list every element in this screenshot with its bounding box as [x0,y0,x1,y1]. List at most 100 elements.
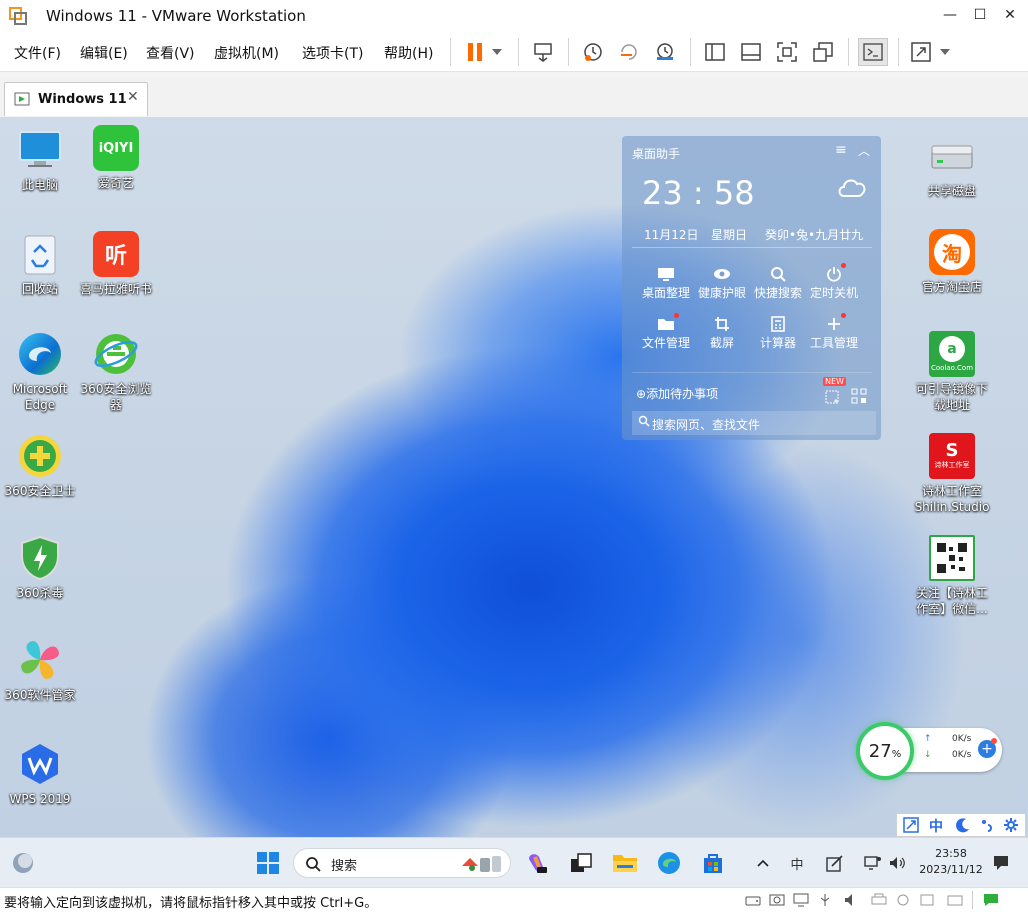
tab-close-button[interactable]: ✕ [127,89,139,105]
eye-icon [694,264,750,284]
desktop-icon-edge[interactable]: Microsoft Edge [2,331,78,413]
desktop-icon-coolao[interactable]: a Coolao.Com 可引导镜像下载地址 [914,331,990,413]
desktop-icon-wechat-qr[interactable]: 关注【诗林工作室】微信... [914,535,990,617]
file-explorer-icon[interactable] [612,850,638,876]
chevron-up-icon[interactable] [752,850,774,876]
desktop-icon-taobao[interactable]: 淘 官方淘宝店 [914,229,990,295]
library-view-icon[interactable] [702,40,728,64]
desktop-icon-iqiyi[interactable]: iQIYI 爱奇艺 [78,125,154,191]
menu-tabs[interactable]: 选项卡(T) [302,43,363,63]
status-separator [972,891,973,909]
widget-search-box[interactable]: 搜索网页、查找文件 [632,411,876,435]
360-guard-icon [17,433,63,479]
messages-icon[interactable] [982,892,1000,908]
network-icon[interactable] [860,850,886,876]
desktop-icon-recycle-bin[interactable]: 回收站 [2,231,78,297]
net-speed-monitor[interactable]: ↑ 0K/s ↓ 0K/s + 27% [856,722,1006,780]
menu-bar: 文件(F) 编辑(E) 查看(V) 虚拟机(M) 选项卡(T) 帮助(H) [0,32,1028,72]
notification-center-icon[interactable] [988,850,1014,876]
desktop-icon-this-pc[interactable]: 此电脑 [2,127,78,193]
unity-view-icon[interactable] [810,40,836,64]
pen-tool-icon[interactable] [822,850,848,876]
widget-tool-label: 计算器 [759,336,796,350]
task-view-icon[interactable] [568,850,594,876]
full-screen-icon[interactable] [774,40,800,64]
minimize-button[interactable]: — [936,4,964,26]
widget-tool-tool-manager[interactable]: 工具管理 [806,314,862,351]
widget-tool-desktop-organize[interactable]: 桌面整理 [638,264,694,301]
desktop-icon-360-browser[interactable]: 360安全浏览器 [78,331,154,413]
desktop-icon-360-guard[interactable]: 360安全卫士 [2,433,78,499]
chevron-down-icon[interactable] [488,40,506,64]
guest-desktop[interactable]: 此电脑 iQIYI 爱奇艺 回收站 听 喜马拉雅听书 Microsoft Edg… [0,117,1028,837]
stretch-guest-icon[interactable] [908,40,934,64]
widget-tool-eye-care[interactable]: 健康护眼 [694,264,750,301]
network-adapter-status-icon[interactable] [792,892,810,908]
hard-disk-status-icon[interactable] [744,892,762,908]
close-button[interactable]: ✕ [996,4,1024,26]
memory-usage-value: 27 [868,740,892,762]
menu-edit[interactable]: 编辑(E) [80,43,128,63]
menu-file[interactable]: 文件(F) [14,43,61,63]
cd-dvd-status-icon[interactable] [768,892,786,908]
device-status-icon[interactable] [918,892,936,908]
taskbar-clock-date[interactable]: 2023/11/12 [917,863,985,876]
menu-view[interactable]: 查看(V) [146,43,195,63]
coolao-icon: a Coolao.Com [929,331,975,377]
recycle-bin-icon [17,231,63,277]
widget-clock: 23 : 58 [642,174,755,212]
pause-icon[interactable] [462,40,488,64]
start-windows-icon[interactable] [255,850,281,876]
sound-status-icon[interactable] [842,892,860,908]
memory-usage-ring[interactable]: 27% [856,722,914,780]
send-ctrl-alt-del-icon[interactable] [530,40,556,64]
volume-icon[interactable] [884,850,910,876]
desktop-icon-360-antivirus[interactable]: 360杀毒 [2,535,78,601]
taobao-logo-text: 淘 [934,234,970,270]
maximize-button[interactable]: ☐ [966,4,994,26]
menu-vm[interactable]: 虚拟机(M) [214,43,279,63]
moon-icon[interactable] [955,817,971,837]
desktop-icon-shilin-studio[interactable]: S 诗林工作室 诗林工作室 Shilin.Studio [914,433,990,515]
ime-mode-icon[interactable] [903,817,919,837]
tab-windows-11[interactable]: Windows 11 ✕ [4,82,148,116]
shilin-logo-text: 诗林工作室 [934,461,970,469]
storage-status-icon[interactable] [946,892,964,908]
desktop-icon-shared-disk[interactable]: 共享磁盘 [914,133,990,199]
widget-tool-file-manager[interactable]: 文件管理 [638,314,694,351]
chevron-down-icon[interactable] [936,40,954,64]
desktop-icon-wps[interactable]: WPS 2019 [2,741,78,807]
ime-indicator[interactable]: 中 [784,850,810,876]
plus-icon [806,314,862,334]
printer-status-icon[interactable] [870,892,888,908]
widgets-icon[interactable] [10,850,36,876]
collapse-icon[interactable]: ︿ [858,142,870,159]
widget-tool-quick-search[interactable]: 快捷搜索 [750,264,806,301]
desktop-icon-ximalaya[interactable]: 听 喜马拉雅听书 [78,231,154,297]
punctuation-icon[interactable] [979,817,995,837]
desktop-icon-360-software-manager[interactable]: 360软件管家 [2,637,78,703]
add-todo-button[interactable]: ⊕添加待办事项 [636,385,718,402]
thumbnail-view-icon[interactable] [738,40,764,64]
taskbar-clock-time[interactable]: 23:58 [921,847,981,860]
download-speed: 0K/s [952,750,972,760]
edge-taskbar-icon[interactable] [656,850,682,876]
add-note-icon[interactable] [825,390,841,407]
widget-tool-calculator[interactable]: 计算器 [750,314,806,351]
qr-scan-icon[interactable] [851,388,867,407]
widget-tool-screenshot[interactable]: 截屏 [694,314,750,351]
settings-gear-icon[interactable] [1003,817,1019,837]
revert-snapshot-icon[interactable] [616,40,642,64]
console-view-icon[interactable] [858,38,888,66]
menu-icon[interactable]: ≡ [835,142,847,158]
display-status-icon[interactable] [894,892,912,908]
snapshot-icon[interactable] [580,40,606,64]
widget-tool-scheduled-shutdown[interactable]: 定时关机 [806,264,862,301]
microsoft-store-icon[interactable] [700,850,726,876]
taskbar-search-box[interactable]: 搜索 [293,848,511,878]
menu-help[interactable]: 帮助(H) [384,43,433,63]
usb-status-icon[interactable] [816,892,834,908]
copilot-icon[interactable] [524,850,550,876]
ime-language[interactable]: 中 [929,816,943,836]
snapshot-manager-icon[interactable] [652,40,678,64]
